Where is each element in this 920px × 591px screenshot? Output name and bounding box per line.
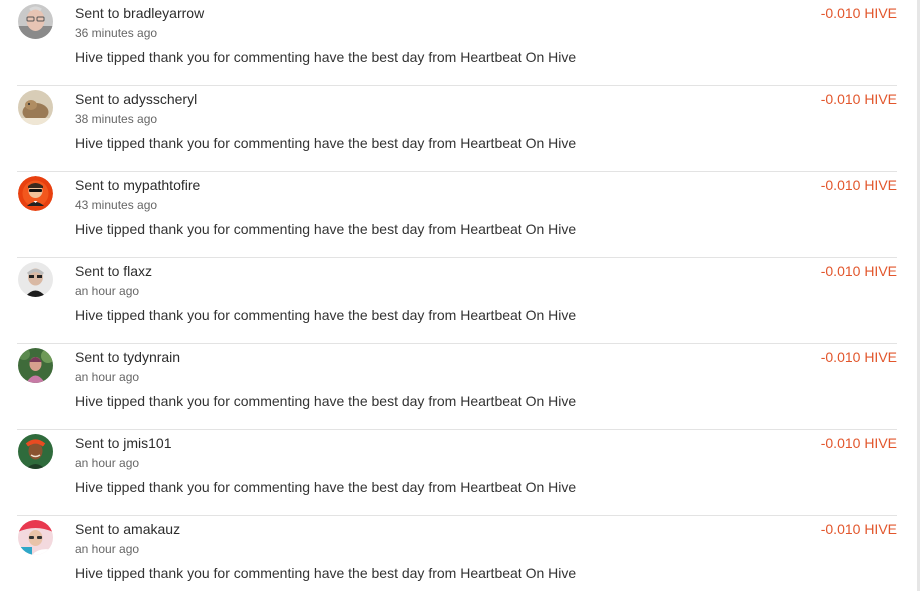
recipient-link[interactable]: tydynrain	[123, 349, 180, 365]
transfer-title: Sent to flaxz	[75, 262, 152, 280]
transfer-row[interactable]: Sent to adysscheryl 38 minutes ago Hive …	[17, 86, 897, 172]
transfer-title: Sent to mypathtofire	[75, 176, 200, 194]
amakauz-avatar-icon[interactable]	[18, 520, 53, 555]
mypathtofire-avatar-icon[interactable]	[18, 176, 53, 211]
transfer-prefix: Sent to	[75, 349, 120, 365]
transfer-row[interactable]: Sent to mypathtofire 43 minutes ago Hive…	[17, 172, 897, 258]
transfer-timestamp: an hour ago	[75, 456, 140, 470]
flaxz-avatar-icon[interactable]	[18, 262, 53, 297]
transfer-amount: -0.010 HIVE	[820, 435, 897, 451]
transfer-memo: Hive tipped thank you for commenting hav…	[75, 135, 577, 151]
transfer-prefix: Sent to	[75, 91, 120, 107]
transfer-prefix: Sent to	[75, 435, 120, 451]
transfer-memo: Hive tipped thank you for commenting hav…	[75, 479, 577, 495]
transfer-memo: Hive tipped thank you for commenting hav…	[75, 221, 577, 237]
transfer-timestamp: an hour ago	[75, 542, 140, 556]
transfer-amount: -0.010 HIVE	[820, 91, 897, 107]
transfer-prefix: Sent to	[75, 5, 120, 21]
transfer-amount: -0.010 HIVE	[820, 521, 897, 537]
transfer-memo: Hive tipped thank you for commenting hav…	[75, 49, 577, 65]
transfer-title: Sent to adysscheryl	[75, 90, 197, 108]
recipient-link[interactable]: jmis101	[123, 435, 171, 451]
transfer-prefix: Sent to	[75, 521, 120, 537]
transfer-row[interactable]: Sent to amakauz an hour ago Hive tipped …	[17, 516, 897, 591]
transfer-row[interactable]: Sent to tydynrain an hour ago Hive tippe…	[17, 344, 897, 430]
transfer-timestamp: 38 minutes ago	[75, 112, 158, 126]
adysscheryl-avatar-icon[interactable]	[18, 90, 53, 125]
transfer-row[interactable]: Sent to bradleyarrow 36 minutes ago Hive…	[17, 0, 897, 86]
transfer-row[interactable]: Sent to jmis101 an hour ago Hive tipped …	[17, 430, 897, 516]
transfer-memo: Hive tipped thank you for commenting hav…	[75, 565, 577, 581]
jmis101-avatar-icon[interactable]	[18, 434, 53, 469]
transfer-prefix: Sent to	[75, 263, 120, 279]
recipient-link[interactable]: amakauz	[123, 521, 180, 537]
transfer-memo: Hive tipped thank you for commenting hav…	[75, 307, 577, 323]
transfer-timestamp: an hour ago	[75, 284, 140, 298]
tydynrain-avatar-icon[interactable]	[18, 348, 53, 383]
transfer-title: Sent to tydynrain	[75, 348, 180, 366]
transfer-title: Sent to amakauz	[75, 520, 180, 538]
transfer-history-list: Sent to bradleyarrow 36 minutes ago Hive…	[0, 0, 920, 591]
transfer-title: Sent to bradleyarrow	[75, 4, 204, 22]
recipient-link[interactable]: bradleyarrow	[123, 5, 204, 21]
transfer-amount: -0.010 HIVE	[820, 349, 897, 365]
transfer-memo: Hive tipped thank you for commenting hav…	[75, 393, 577, 409]
recipient-link[interactable]: flaxz	[123, 263, 152, 279]
transfer-timestamp: an hour ago	[75, 370, 140, 384]
transfer-timestamp: 36 minutes ago	[75, 26, 158, 40]
transfer-row[interactable]: Sent to flaxz an hour ago Hive tipped th…	[17, 258, 897, 344]
bradleyarrow-avatar-icon[interactable]	[18, 4, 53, 39]
recipient-link[interactable]: adysscheryl	[123, 91, 197, 107]
transfer-amount: -0.010 HIVE	[820, 177, 897, 193]
transfer-timestamp: 43 minutes ago	[75, 198, 158, 212]
recipient-link[interactable]: mypathtofire	[123, 177, 200, 193]
transfer-prefix: Sent to	[75, 177, 120, 193]
transfer-amount: -0.010 HIVE	[820, 5, 897, 21]
transfer-title: Sent to jmis101	[75, 434, 172, 452]
transfer-amount: -0.010 HIVE	[820, 263, 897, 279]
